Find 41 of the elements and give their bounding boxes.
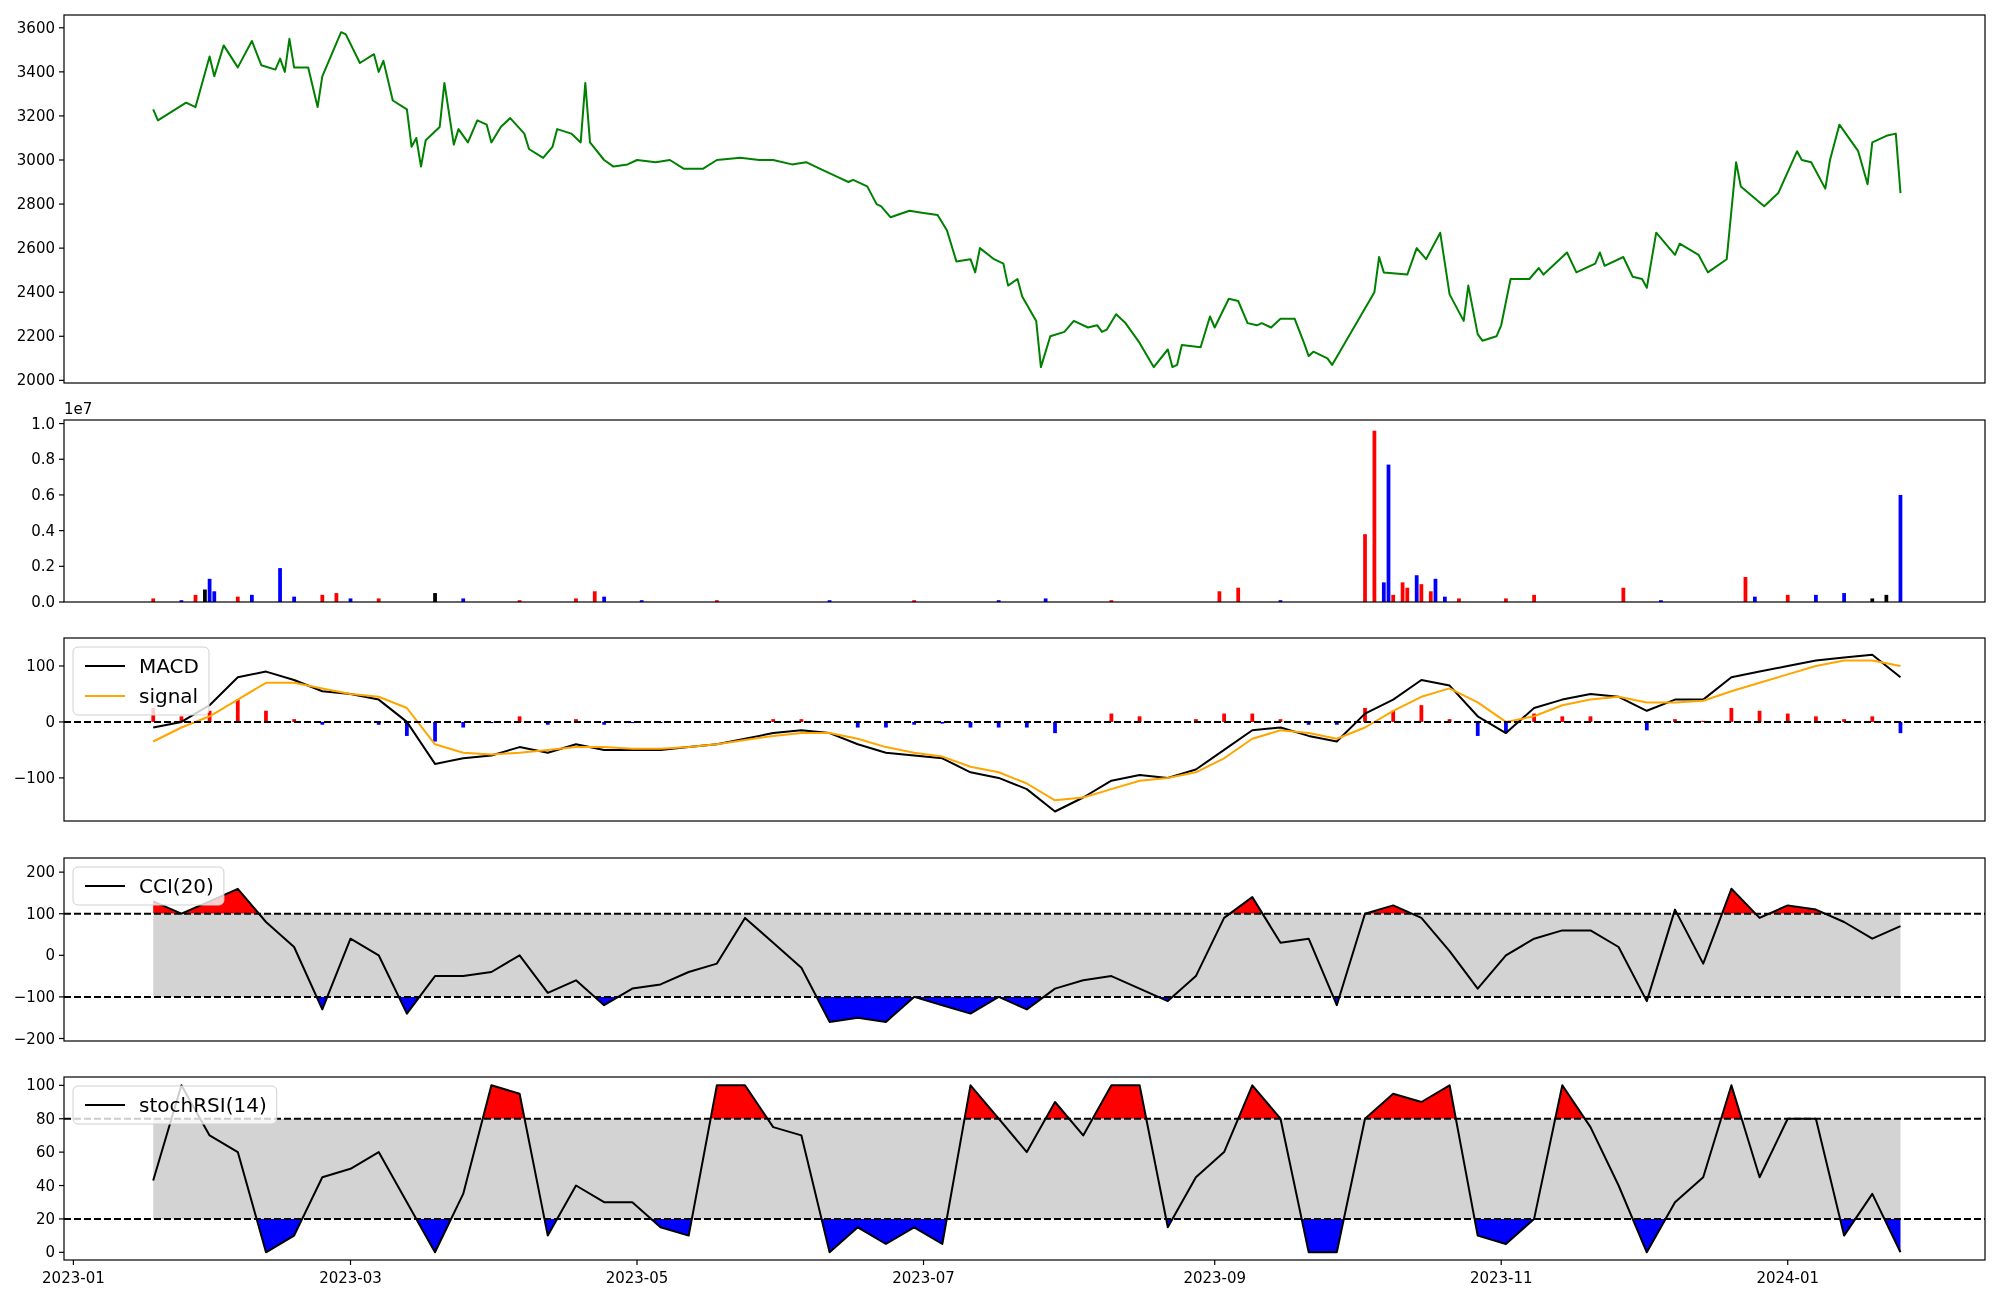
legend-label: CCI(20): [139, 874, 214, 898]
legend-label: MACD: [139, 654, 199, 678]
x-tick-label: 2023-09: [1183, 1269, 1247, 1287]
y-tick-label: 3600: [16, 18, 55, 37]
y-tick-label: 0.8: [31, 450, 55, 469]
y-tick-label: 100: [26, 904, 55, 923]
x-tick-label: 2023-03: [319, 1269, 382, 1287]
y-tick-label: 100: [26, 1076, 55, 1095]
y-tick-label: 2400: [16, 283, 55, 302]
y-tick-label: 3200: [16, 106, 55, 125]
y-tick-label: 0.6: [31, 485, 55, 504]
axis-offset-label: 1e7: [64, 400, 93, 418]
x-tick-label: 2023-01: [42, 1269, 105, 1287]
y-tick-label: 0.4: [31, 521, 55, 540]
y-tick-label: 0: [45, 712, 55, 731]
legend-label: signal: [139, 684, 199, 708]
y-tick-label: −100: [13, 987, 55, 1006]
y-tick-label: 1.0: [31, 414, 55, 433]
y-tick-label: 2200: [16, 327, 55, 346]
y-tick-label: 2000: [16, 371, 55, 390]
y-tick-label: −100: [13, 768, 55, 787]
y-tick-label: 100: [26, 657, 55, 675]
legend-label: stochRSI(14): [139, 1093, 267, 1117]
y-tick-label: −200: [13, 1029, 55, 1048]
y-tick-label: 0.0: [31, 593, 55, 611]
y-tick-label: 80: [35, 1109, 55, 1128]
y-tick-label: 20: [35, 1209, 55, 1228]
x-tick-label: 2024-01: [1756, 1269, 1820, 1287]
y-tick-label: 0: [45, 946, 55, 965]
y-tick-label: 2600: [16, 239, 55, 258]
x-tick-label: 2023-07: [892, 1269, 955, 1287]
y-tick-label: 0.2: [31, 557, 55, 576]
y-tick-label: 3400: [16, 62, 55, 81]
x-tick-label: 2023-05: [605, 1269, 669, 1287]
y-tick-label: 3000: [16, 151, 55, 169]
x-tick-label: 2023-11: [1469, 1269, 1533, 1287]
y-tick-label: 2800: [16, 195, 55, 214]
y-tick-label: 60: [35, 1143, 55, 1162]
y-tick-label: 40: [35, 1176, 55, 1195]
y-tick-label: 200: [26, 863, 55, 882]
y-tick-label: 0: [45, 1243, 55, 1262]
